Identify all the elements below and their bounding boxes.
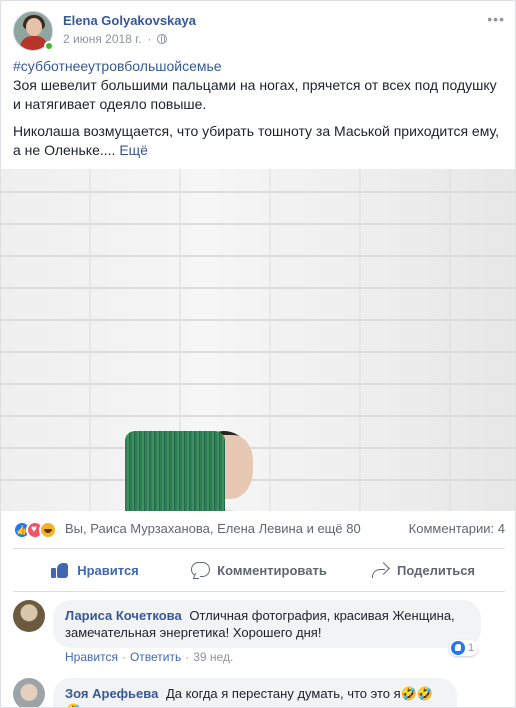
more-options-icon[interactable]: •••: [487, 11, 505, 27]
thumbs-up-icon: [51, 561, 69, 579]
share-icon: [371, 561, 389, 579]
post-text: #субботнееутровбольшойсемье Зоя шевелит …: [13, 57, 503, 168]
hashtag-link[interactable]: #субботнееутровбольшойсемье: [13, 58, 222, 74]
separator-dot: ·: [121, 650, 126, 664]
share-button-label: Поделиться: [396, 562, 476, 578]
commenter-name[interactable]: Лариса Кочеткова: [65, 608, 182, 623]
post-paragraph-1: Зоя шевелит большими пальцами на ногах, …: [13, 77, 497, 112]
post-meta: 2 июня 2018 г. ·: [63, 32, 168, 46]
commenter-avatar[interactable]: [13, 678, 45, 707]
brick-wall: [1, 169, 515, 511]
comment-text-line-2: замечательная энергетика! Хорошего дня!: [65, 625, 322, 640]
separator-dot: ·: [147, 32, 152, 46]
haha-reaction-icon: [39, 521, 57, 539]
comment-like-count: 1: [468, 642, 475, 654]
comment-button[interactable]: Комментировать: [177, 549, 341, 591]
comment-bubble: Лариса Кочеткова Отличная фотография, кр…: [53, 600, 481, 648]
post-header: Elena Golyakovskaya 2 июня 2018 г. · •••: [13, 11, 505, 51]
avatar-face: [26, 18, 42, 36]
separator-dot: ·: [185, 650, 190, 664]
like-button[interactable]: Нравится: [13, 549, 177, 591]
share-button[interactable]: Поделиться: [341, 549, 505, 591]
reactions-bar: Вы, Раиса Мурзаханова, Елена Левина и ещ…: [13, 519, 505, 541]
comment-item: Лариса Кочеткова Отличная фотография, кр…: [13, 600, 505, 670]
comment-icon: [191, 561, 211, 579]
comment-reply-link[interactable]: Ответить: [130, 650, 181, 664]
online-status-icon: [44, 41, 54, 51]
post-photo[interactable]: [1, 169, 515, 511]
commenter-name[interactable]: Зоя Арефьева: [65, 686, 158, 701]
like-button-label: Нравится: [77, 562, 139, 578]
reaction-icons[interactable]: [13, 521, 63, 539]
comment-item: Зоя Арефьева Да когда я перестану думать…: [13, 678, 505, 707]
comment-text-line-1: Отличная фотография, красивая Женщина,: [189, 608, 455, 623]
grass-plant: [125, 431, 225, 511]
globe-icon[interactable]: [157, 34, 168, 44]
comments-count[interactable]: Комментарии: 4: [409, 521, 505, 536]
post-date[interactable]: 2 июня 2018 г.: [63, 32, 141, 46]
commenter-avatar[interactable]: [13, 600, 45, 632]
comment-age[interactable]: 39 нед.: [193, 650, 233, 664]
comment-like-badge[interactable]: 1: [449, 640, 479, 656]
actions-bar: Нравится Комментировать Поделиться: [13, 548, 505, 592]
comment-footer: Нравится · Ответить · 39 нед.: [65, 650, 233, 664]
like-count-icon: [451, 641, 465, 655]
comment-like-link[interactable]: Нравится: [65, 650, 118, 664]
comment-button-label: Комментировать: [217, 562, 327, 578]
post-paragraph-2: Николаша возмущается, что убирать тошнот…: [13, 123, 499, 158]
post-card: Elena Golyakovskaya 2 июня 2018 г. · •••…: [0, 0, 516, 708]
reacted-by-text[interactable]: Вы, Раиса Мурзаханова, Елена Левина и ещ…: [65, 521, 361, 536]
author-name[interactable]: Elena Golyakovskaya: [63, 13, 196, 28]
comment-bubble: Зоя Арефьева Да когда я перестану думать…: [53, 678, 457, 707]
see-more-link[interactable]: Ещё: [119, 142, 148, 158]
